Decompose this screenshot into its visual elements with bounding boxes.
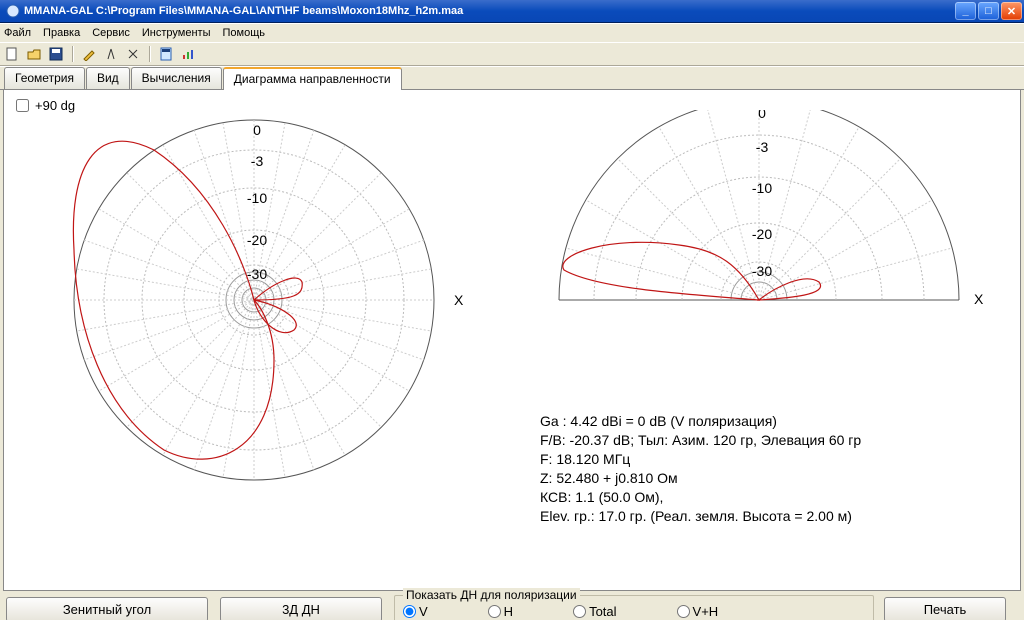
radio-total[interactable]: Total <box>573 604 616 619</box>
azimuth-plot: Y 0 -3 -10 -20 -30 X <box>14 110 494 570</box>
results-readout: Ga : 4.42 dBi = 0 dB (V поляризация) F/B… <box>540 412 861 526</box>
svg-text:-30: -30 <box>752 263 772 279</box>
menu-help[interactable]: Помощь <box>222 27 265 39</box>
svg-text:0: 0 <box>253 122 261 138</box>
close-button[interactable]: ✕ <box>1001 2 1022 20</box>
tools-icon[interactable] <box>125 46 141 62</box>
readout-imp: Z: 52.480 + j0.810 Ом <box>540 469 861 488</box>
maximize-button[interactable]: □ <box>978 2 999 20</box>
radio-vh[interactable]: V+H <box>677 604 719 619</box>
polarization-group: Показать ДН для поляризации V H Total V+… <box>394 595 874 620</box>
readout-freq: F: 18.120 МГц <box>540 450 861 469</box>
toolbar <box>0 42 1024 66</box>
print-button[interactable]: Печать <box>884 597 1006 620</box>
new-icon[interactable] <box>4 46 20 62</box>
3d-pattern-button[interactable]: 3Д ДН <box>220 597 382 620</box>
menu-service[interactable]: Сервис <box>92 27 130 39</box>
svg-text:X: X <box>974 291 984 307</box>
polarization-group-label: Показать ДН для поляризации <box>403 588 580 602</box>
readout-fb: F/B: -20.37 dB; Тыл: Азим. 120 гр, Элева… <box>540 431 861 450</box>
calc-icon[interactable] <box>158 46 174 62</box>
tab-calculate[interactable]: Вычисления <box>131 67 222 89</box>
svg-text:0: 0 <box>758 110 766 121</box>
pencil-icon[interactable] <box>81 46 97 62</box>
svg-text:-10: -10 <box>247 190 267 206</box>
plot-area: +90 dg <box>3 90 1021 591</box>
bottom-bar: Зенитный угол 3Д ДН Показать ДН для поля… <box>0 591 1024 620</box>
menubar: Файл Правка Сервис Инструменты Помощь <box>0 23 1024 42</box>
radio-h[interactable]: H <box>488 604 513 619</box>
menu-edit[interactable]: Правка <box>43 27 80 39</box>
titlebar: MMANA-GAL C:\Program Files\MMANA-GAL\ANT… <box>0 0 1024 23</box>
svg-text:Y: Y <box>249 110 259 113</box>
readout-gain: Ga : 4.42 dBi = 0 dB (V поляризация) <box>540 412 861 431</box>
svg-text:-30: -30 <box>247 266 267 282</box>
svg-text:-10: -10 <box>752 180 772 196</box>
minimize-button[interactable]: _ <box>955 2 976 20</box>
readout-elev: Elev. гр.: 17.0 гр. (Реал. земля. Высота… <box>540 507 861 526</box>
zenith-angle-button[interactable]: Зенитный угол <box>6 597 208 620</box>
menu-instruments[interactable]: Инструменты <box>142 27 211 39</box>
svg-text:-3: -3 <box>756 139 769 155</box>
elevation-plot: Z 0 -3 -10 -20 -30 X <box>534 110 1014 370</box>
tab-view[interactable]: Вид <box>86 67 130 89</box>
chart-icon[interactable] <box>180 46 196 62</box>
save-icon[interactable] <box>48 46 64 62</box>
window-title: MMANA-GAL C:\Program Files\MMANA-GAL\ANT… <box>24 5 463 17</box>
svg-text:-20: -20 <box>752 226 772 242</box>
app-icon <box>6 4 20 18</box>
svg-text:-20: -20 <box>247 232 267 248</box>
tab-row: Геометрия Вид Вычисления Диаграмма напра… <box>0 66 1024 90</box>
compass-icon[interactable] <box>103 46 119 62</box>
menu-file[interactable]: Файл <box>4 27 31 39</box>
radio-v[interactable]: V <box>403 604 428 619</box>
tab-pattern[interactable]: Диаграмма направленности <box>223 67 402 90</box>
svg-text:-3: -3 <box>251 153 264 169</box>
open-icon[interactable] <box>26 46 42 62</box>
svg-text:X: X <box>454 292 464 308</box>
tab-geometry[interactable]: Геометрия <box>4 67 85 89</box>
readout-swr: КСВ: 1.1 (50.0 Ом), <box>540 488 861 507</box>
